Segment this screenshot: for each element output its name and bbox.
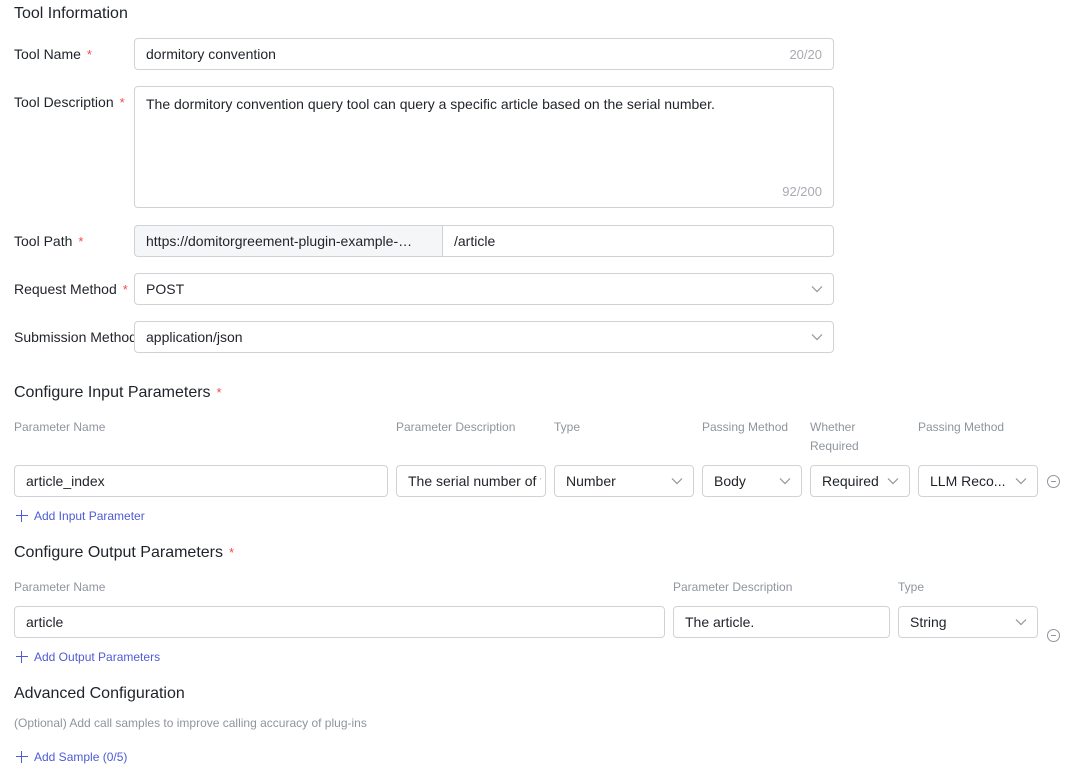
tool-description-textarea[interactable]: The dormitory convention query tool can …: [134, 86, 834, 208]
chevron-down-icon: [811, 286, 823, 293]
tool-description-value: The dormitory convention query tool can …: [146, 96, 715, 112]
submission-method-label-text: Submission Method: [14, 329, 134, 345]
add-input-parameter-button[interactable]: Add Input Parameter: [16, 509, 145, 523]
request-method-label-text: Request Method: [14, 281, 117, 297]
chevron-down-icon: [887, 478, 899, 485]
col-head-output-type: Type: [898, 580, 925, 594]
tool-path-group: https://domitorgreement-plugin-example-……: [134, 225, 834, 257]
section-title-output-params: Configure Output Parameters *: [14, 544, 234, 562]
chevron-down-icon: [811, 334, 823, 341]
chevron-down-icon: [1015, 619, 1027, 626]
add-output-parameters-button[interactable]: Add Output Parameters: [16, 650, 160, 664]
section-title-advanced: Advanced Configuration: [14, 685, 185, 702]
add-sample-label: Add Sample (0/5): [34, 750, 128, 764]
section-title-tool-info: Tool Information: [14, 5, 128, 22]
tool-name-input[interactable]: dormitory convention 20/20: [134, 38, 834, 70]
output-param-type-select[interactable]: String: [898, 606, 1038, 638]
input-param-required-select[interactable]: Required: [810, 465, 910, 497]
chevron-down-icon: [671, 478, 683, 485]
input-param-passing-value: Body: [714, 473, 746, 489]
required-asterisk: *: [216, 385, 222, 400]
plus-icon: [16, 510, 28, 522]
input-param-required-value: Required: [822, 473, 879, 489]
remove-input-param-icon[interactable]: [1047, 475, 1060, 488]
input-param-passing2-value: LLM Reco...: [930, 473, 1006, 489]
plus-icon: [16, 751, 28, 763]
tool-path-value: /article: [454, 233, 496, 249]
tool-name-label: Tool Name *: [14, 46, 92, 62]
col-head-whether-required-line1: Whether: [810, 420, 856, 434]
tool-description-label: Tool Description *: [14, 94, 125, 110]
output-param-name-value: article: [26, 614, 64, 630]
col-head-whether-required-line2: Required: [810, 439, 859, 453]
col-head-param-name: Parameter Name: [14, 420, 106, 434]
col-head-output-name: Parameter Name: [14, 580, 106, 594]
request-method-label: Request Method *: [14, 281, 128, 297]
input-param-name-field[interactable]: article_index: [14, 465, 388, 497]
col-head-passing-method: Passing Method: [702, 420, 789, 434]
col-head-passing-method-2: Passing Method: [918, 420, 1005, 434]
chevron-down-icon: [779, 478, 791, 485]
input-param-description-field[interactable]: The serial number of the article: [396, 465, 546, 497]
col-head-type: Type: [554, 420, 581, 434]
required-asterisk: *: [229, 545, 235, 560]
col-head-whether-required: Whether Required: [810, 418, 859, 456]
tool-name-label-text: Tool Name: [14, 46, 81, 62]
col-head-param-description: Parameter Description: [396, 420, 516, 434]
required-asterisk: *: [119, 95, 125, 110]
tool-description-counter: 92/200: [782, 184, 822, 199]
submission-method-label: Submission Method: [14, 329, 134, 345]
add-input-parameter-label: Add Input Parameter: [34, 509, 145, 523]
submission-method-select[interactable]: application/json: [134, 321, 834, 353]
request-method-select[interactable]: POST: [134, 273, 834, 305]
tool-path-label: Tool Path *: [14, 233, 83, 249]
input-param-type-value: Number: [566, 473, 616, 489]
plus-icon: [16, 651, 28, 663]
required-asterisk: *: [122, 282, 128, 297]
submission-method-value: application/json: [146, 329, 243, 345]
input-params-title: Configure Input Parameters: [14, 384, 211, 401]
output-params-title: Configure Output Parameters: [14, 544, 223, 561]
tool-name-counter: 20/20: [789, 46, 822, 62]
output-param-name-field[interactable]: article: [14, 606, 665, 638]
input-param-passing2-select[interactable]: LLM Reco...: [918, 465, 1038, 497]
tool-path-base: https://domitorgreement-plugin-example-…: [146, 233, 413, 249]
required-asterisk: *: [78, 234, 84, 249]
output-param-description-field[interactable]: The article.: [673, 606, 890, 638]
add-output-parameters-label: Add Output Parameters: [34, 650, 161, 664]
section-title-input-params: Configure Input Parameters *: [14, 384, 222, 402]
tool-description-label-text: Tool Description: [14, 94, 114, 110]
add-sample-button[interactable]: Add Sample (0/5): [16, 750, 127, 764]
remove-output-param-icon[interactable]: [1047, 629, 1060, 642]
advanced-hint: (Optional) Add call samples to improve c…: [14, 716, 367, 730]
col-head-output-description: Parameter Description: [673, 580, 793, 594]
tool-path-label-text: Tool Path: [14, 233, 73, 249]
input-param-type-select[interactable]: Number: [554, 465, 694, 497]
required-asterisk: *: [86, 47, 92, 62]
output-param-description-value: The article.: [685, 614, 755, 630]
request-method-value: POST: [146, 281, 185, 297]
tool-path-base-addon: https://domitorgreement-plugin-example-…: [134, 225, 442, 257]
output-param-type-value: String: [910, 614, 947, 630]
input-param-passing-select[interactable]: Body: [702, 465, 802, 497]
tool-name-value: dormitory convention: [146, 46, 276, 62]
chevron-down-icon: [1015, 478, 1027, 485]
input-param-name-value: article_index: [26, 473, 105, 489]
input-param-description-value: The serial number of the article: [408, 473, 541, 489]
tool-path-input[interactable]: /article: [442, 225, 834, 257]
